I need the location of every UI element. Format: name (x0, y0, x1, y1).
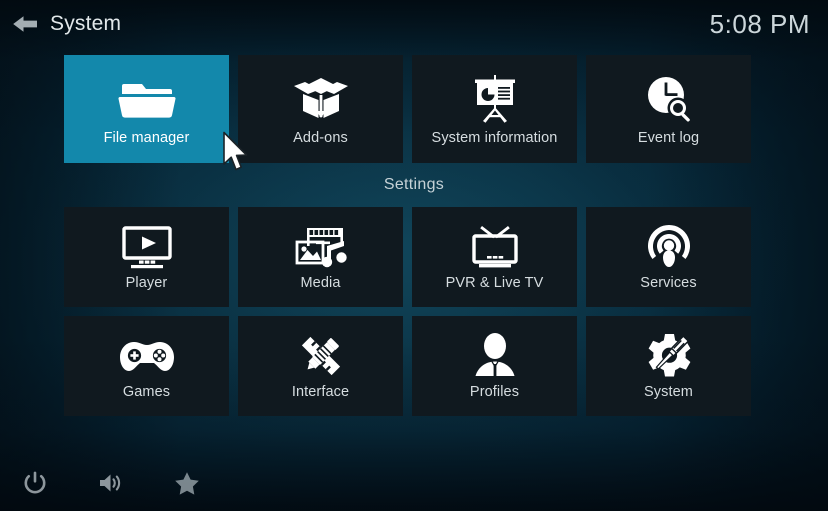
page-title: System (50, 12, 122, 35)
settings-row-2: Games Interface Profiles System (64, 316, 764, 416)
broadcast-person-icon (643, 223, 695, 271)
tile-system[interactable]: System (586, 316, 751, 416)
row-spacer (64, 307, 764, 316)
clock: 5:08 PM (709, 8, 810, 39)
tile-label: Media (300, 275, 341, 292)
film-photo-music-icon (291, 223, 351, 271)
top-row: File manager Add-ons System information … (64, 55, 764, 163)
pencil-ruler-icon (295, 332, 347, 380)
tile-interface[interactable]: Interface (238, 316, 403, 416)
tile-label: Profiles (469, 384, 520, 401)
gear-screwdriver-icon (641, 332, 697, 380)
tile-label: PVR & Live TV (445, 275, 544, 292)
top-bar: System 5:08 PM (0, 0, 828, 48)
power-icon[interactable] (18, 466, 52, 500)
top-bar-left: System (12, 12, 121, 36)
tile-label: File manager (103, 129, 190, 146)
kodi-system-screen: System 5:08 PM File manager Add-ons Syst… (0, 0, 828, 511)
gamepad-icon (116, 332, 178, 380)
folder-icon (116, 73, 178, 125)
tile-label: Services (640, 275, 697, 292)
tile-games[interactable]: Games (64, 316, 229, 416)
person-bust-icon (467, 332, 523, 380)
tile-label: Add-ons (293, 129, 348, 146)
settings-row-1: Player Media PVR & Live TV Services (64, 207, 764, 307)
tile-label: Player (125, 275, 168, 292)
presentation-chart-icon (467, 73, 523, 125)
tile-profiles[interactable]: Profiles (412, 316, 577, 416)
monitor-play-icon (117, 223, 177, 271)
favourites-star-icon[interactable] (170, 466, 204, 500)
settings-section-header: Settings (64, 163, 764, 207)
open-box-icon (292, 73, 350, 125)
tile-add-ons[interactable]: Add-ons (238, 55, 403, 163)
tile-label: System (644, 384, 693, 401)
tile-pvr-live-tv[interactable]: PVR & Live TV (412, 207, 577, 307)
tile-player[interactable]: Player (64, 207, 229, 307)
tile-event-log[interactable]: Event log (586, 55, 751, 163)
tile-label: Interface (291, 384, 350, 401)
tile-services[interactable]: Services (586, 207, 751, 307)
back-arrow-icon[interactable] (12, 13, 38, 35)
volume-icon[interactable] (94, 466, 128, 500)
main-grid: File manager Add-ons System information … (64, 55, 764, 416)
tile-label: Event log (637, 129, 700, 146)
tile-file-manager[interactable]: File manager (64, 55, 229, 163)
section-title: Settings (383, 176, 445, 193)
tile-system-information[interactable]: System information (412, 55, 577, 163)
clock-search-icon (641, 73, 697, 125)
tile-label: System information (431, 129, 558, 146)
tv-antenna-icon (465, 223, 525, 271)
tile-label: Games (122, 384, 171, 401)
tile-media[interactable]: Media (238, 207, 403, 307)
bottom-bar (0, 455, 828, 511)
